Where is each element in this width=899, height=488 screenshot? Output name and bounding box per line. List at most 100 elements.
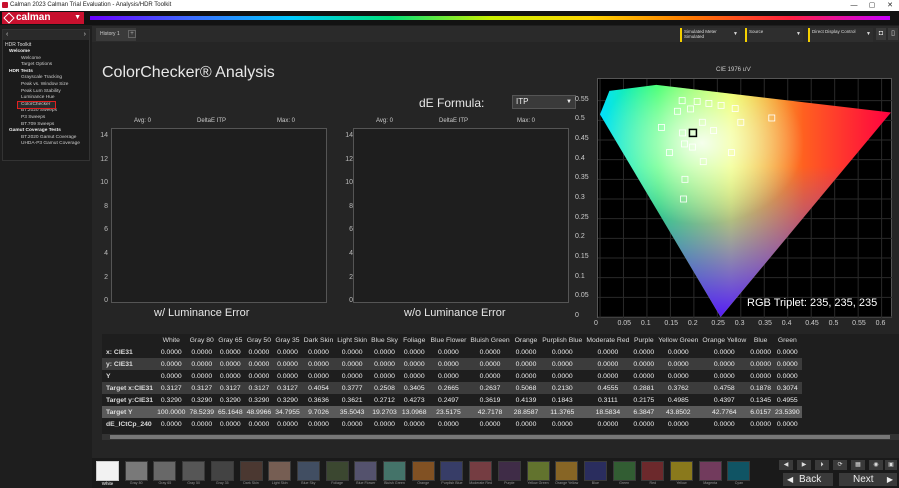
- back-button[interactable]: ◀ Back: [783, 473, 833, 486]
- table-cell: 0.0000: [776, 348, 798, 356]
- column-header[interactable]: Purplish Blue: [540, 334, 585, 346]
- sidebar-item-peak-vs-window-size[interactable]: Peak vs. Window Size: [3, 82, 89, 89]
- maximize-button[interactable]: ▢: [863, 0, 881, 11]
- nav-record-button[interactable]: ◉: [869, 460, 883, 470]
- nav-loop-button[interactable]: ⟳: [833, 460, 847, 470]
- camera-button[interactable]: ◘: [876, 28, 886, 40]
- sidebar-item-welcome[interactable]: Welcome: [3, 49, 89, 56]
- display-dropdown[interactable]: Direct Display Control ▼: [808, 28, 873, 42]
- swatch-label: Gray 65: [158, 481, 172, 485]
- sidebar-item-grayscale-tracking[interactable]: Grayscale Tracking: [3, 75, 89, 82]
- sidebar-item-p3-sweeps[interactable]: P3 Sweeps: [3, 115, 89, 122]
- table-cell: 0.0000: [667, 348, 689, 356]
- swatch-color: [268, 461, 292, 481]
- swatch-bluish-green[interactable]: Bluish Green: [382, 460, 407, 486]
- next-button[interactable]: Next ▶: [839, 473, 897, 486]
- swatch-gray-65[interactable]: Gray 65: [152, 460, 177, 486]
- table-row[interactable]: x: CIE31 0.0000 0.0000 0.0000 0.0000 0.0000 0.…: [102, 346, 802, 358]
- nav-play-button[interactable]: ⏵: [815, 460, 829, 470]
- swatch-gray-50[interactable]: Gray 50: [181, 460, 206, 486]
- column-header[interactable]: [102, 334, 156, 346]
- chevron-right-icon[interactable]: ›: [84, 30, 86, 40]
- add-tab-button[interactable]: +: [128, 30, 136, 38]
- sidebar-item-luminance-hue[interactable]: Luminance Hue: [3, 95, 89, 102]
- swatch-blue-sky[interactable]: Blue Sky: [296, 460, 321, 486]
- de-formula-select[interactable]: ITP ▼: [512, 95, 576, 109]
- plot2-max: Max: 0: [517, 118, 536, 124]
- swatch-orange[interactable]: Orange: [411, 460, 436, 486]
- swatch-foliage[interactable]: Foliage: [325, 460, 350, 486]
- table-cell: 0.0000: [160, 348, 182, 356]
- table-row[interactable]: y: CIE31 0.0000 0.0000 0.0000 0.0000 0.0000 0.…: [102, 358, 802, 370]
- horizontal-scrollbar[interactable]: [102, 434, 899, 440]
- swatch-gray-35[interactable]: Gray 35: [210, 460, 235, 486]
- sidebar-item-gamut-coverage-tests[interactable]: Gamut Coverage Tests: [3, 128, 89, 135]
- column-header[interactable]: Light Skin: [335, 334, 370, 346]
- swatch-yellow-green[interactable]: Yellow Green: [526, 460, 551, 486]
- column-header[interactable]: Gray 50: [244, 334, 274, 346]
- swatch-cyan[interactable]: Cyan: [726, 460, 751, 486]
- column-header[interactable]: Dark Skin: [301, 334, 336, 346]
- column-header[interactable]: Yellow Green: [656, 334, 701, 346]
- table-cell: 0.3636: [308, 396, 329, 404]
- sidebar-item-target-options[interactable]: Target Options: [3, 62, 89, 69]
- sidebar-item-uhda-p3-gamut-coverage[interactable]: UHDA-P3 Gamut Coverage: [3, 141, 89, 148]
- swatch-magenta[interactable]: Magenta: [698, 460, 723, 486]
- swatch-gray-80[interactable]: Gray 80: [124, 460, 149, 486]
- swatch-dark-skin[interactable]: Dark Skin: [239, 460, 264, 486]
- column-header[interactable]: Orange Yellow: [700, 334, 749, 346]
- column-header[interactable]: Blue: [748, 334, 774, 346]
- swatch-purple[interactable]: Purple: [497, 460, 522, 486]
- cie-y-tick-label: 0.25: [575, 213, 589, 221]
- column-header[interactable]: Bluish Green: [468, 334, 512, 346]
- swatch-light-skin[interactable]: Light Skin: [267, 460, 292, 486]
- data-grid[interactable]: White Gray 80 Gray 65 Gray 50 Gray 35 Dark Sk…: [102, 334, 899, 434]
- row-header: Y: [106, 372, 111, 380]
- sidebar-item-bt-2020-sweeps[interactable]: BT.2020 Sweeps: [3, 108, 89, 115]
- scrollbar-thumb[interactable]: [110, 435, 890, 439]
- column-header[interactable]: Gray 35: [273, 334, 302, 346]
- table-row[interactable]: Target x:CIE31 0.3127 0.3127 0.3127 0.3127 0.…: [102, 382, 802, 394]
- table-cell: 0.3127: [155, 382, 188, 394]
- column-header[interactable]: Purple: [631, 334, 657, 346]
- column-header[interactable]: Orange: [511, 334, 541, 346]
- settings-button[interactable]: ▯: [888, 28, 898, 40]
- swatch-blue[interactable]: Blue: [583, 460, 608, 486]
- column-header[interactable]: Blue Flower: [428, 334, 469, 346]
- swatch-blue-flower[interactable]: Blue Flower: [353, 460, 378, 486]
- nav-rewind-button[interactable]: ◀: [779, 460, 793, 470]
- swatch-white[interactable]: White: [95, 460, 120, 486]
- nav-forward-button[interactable]: ▶: [797, 460, 811, 470]
- swatch-yellow[interactable]: Yellow: [669, 460, 694, 486]
- column-header[interactable]: Gray 65: [216, 334, 245, 346]
- swatch-orange-yellow[interactable]: Orange Yellow: [554, 460, 579, 486]
- meter-dropdown[interactable]: Simulated Meter Simulated ▼: [680, 28, 740, 42]
- table-cell: 0.0000: [700, 358, 749, 370]
- swatch-label: Purplish Blue: [441, 481, 463, 485]
- table-cell: 13.0968: [399, 406, 429, 418]
- column-header[interactable]: Foliage: [399, 334, 429, 346]
- swatch-moderate-red[interactable]: Moderate Red: [468, 460, 493, 486]
- calman-logo-button[interactable]: calman ▼: [2, 12, 84, 24]
- column-header[interactable]: White: [155, 334, 188, 346]
- table-row[interactable]: Y 0.0000 0.0000 0.0000 0.0000 0.0000 0.0000 0.0…: [102, 370, 802, 382]
- swatch-purplish-blue[interactable]: Purplish Blue: [439, 460, 464, 486]
- source-dropdown[interactable]: Source ▼: [745, 28, 803, 42]
- close-button[interactable]: ✕: [881, 0, 899, 11]
- table-row[interactable]: Target Y 100.0000 78.5239 65.1648 48.9966 34.…: [102, 406, 802, 418]
- column-header[interactable]: Blue Sky: [369, 334, 400, 346]
- chevron-left-icon[interactable]: ‹: [6, 30, 8, 40]
- swatch-label: Yellow: [676, 481, 687, 485]
- minimize-button[interactable]: —: [845, 0, 863, 11]
- column-header[interactable]: Green: [773, 334, 802, 346]
- swatch-green[interactable]: Green: [612, 460, 637, 486]
- back-label: Back: [799, 474, 822, 485]
- table-cell: 0.3127: [273, 382, 302, 394]
- column-header[interactable]: Moderate Red: [584, 334, 632, 346]
- table-row[interactable]: Target y:CIE31 0.3290 0.3290 0.3290 0.3290 0.…: [102, 394, 802, 406]
- column-header[interactable]: Gray 80: [187, 334, 217, 346]
- nav-grid-button[interactable]: ▦: [851, 460, 865, 470]
- table-row[interactable]: dE_ICtCp_240 0.0000 0.0000 0.0000 0.0000 0.00…: [102, 418, 802, 430]
- nav-extra-button[interactable]: ▣: [885, 460, 897, 470]
- swatch-red[interactable]: Red: [640, 460, 665, 486]
